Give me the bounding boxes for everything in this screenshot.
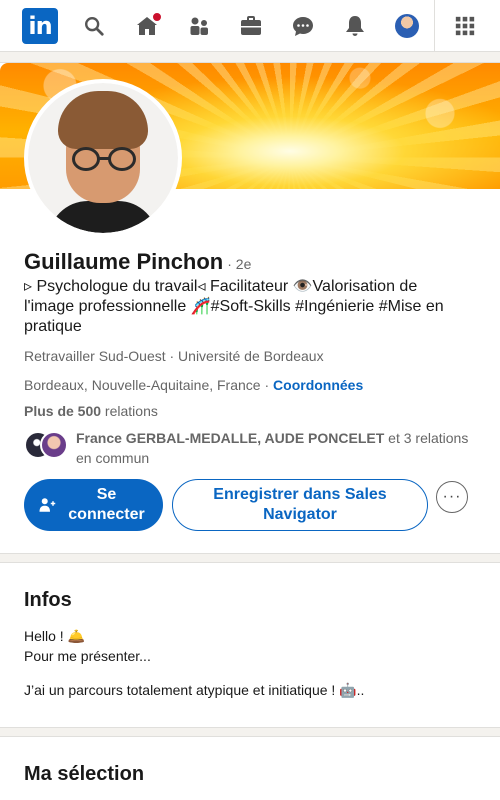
messaging-icon[interactable] — [285, 9, 321, 43]
connect-label: Se connecter — [68, 486, 145, 523]
about-text: Hello ! 🛎️ Pour me présenter... J’ai un … — [24, 626, 464, 700]
profile-location-row: Bordeaux, Nouvelle-Aquitaine, France · C… — [24, 377, 363, 393]
profile-education[interactable]: Retravailler Sud-Ouest · Université de B… — [24, 348, 324, 364]
nav-divider — [434, 0, 435, 52]
location-separator: · — [260, 377, 274, 393]
notifications-icon[interactable] — [337, 9, 373, 43]
sales-navigator-button[interactable]: Enregistrer dans Sales Navigator — [172, 479, 428, 531]
profile-photo-illustration — [28, 83, 178, 233]
about-section: Infos Hello ! 🛎️ Pour me présenter... J’… — [0, 562, 500, 728]
profile-photo[interactable] — [24, 79, 182, 237]
notification-badge — [151, 11, 163, 23]
mutual-avatar — [40, 431, 68, 459]
more-icon: ··· — [442, 488, 462, 505]
about-line: J’ai un parcours totalement atypique et … — [24, 682, 365, 698]
featured-title: Ma sélection — [24, 763, 145, 785]
mutual-connections[interactable]: France GERBAL-MEDALLE, AUDE PONCELET et … — [24, 428, 474, 468]
profile-name: Guillaume Pinchon — [24, 249, 224, 274]
home-icon[interactable] — [129, 9, 165, 43]
profile-headline: ▹ Psychologue du travail◃ Facilitateur 👁… — [24, 278, 444, 335]
featured-section: Ma sélection — [0, 736, 500, 800]
network-icon[interactable] — [181, 9, 217, 43]
mutual-connections-text: France GERBAL-MEDALLE, AUDE PONCELET et … — [76, 428, 476, 468]
relations-label: relations — [101, 403, 158, 419]
profile-name-row: Guillaume Pinchon · 2e — [24, 249, 251, 275]
relations-count[interactable]: Plus de 500 relations — [24, 403, 158, 419]
avatar — [395, 14, 419, 38]
more-actions-button[interactable]: ··· — [436, 481, 468, 513]
contact-info-link[interactable]: Coordonnées — [273, 377, 363, 393]
jobs-icon[interactable] — [233, 9, 269, 43]
top-navigation: in — [0, 0, 500, 52]
apps-grid-icon[interactable] — [447, 9, 483, 43]
linkedin-logo[interactable]: in — [22, 8, 58, 44]
about-title: Infos — [24, 589, 72, 611]
search-icon[interactable] — [76, 9, 112, 43]
sales-navigator-label: Enregistrer dans Sales Navigator — [213, 486, 387, 523]
relations-number: Plus de 500 — [24, 403, 102, 419]
profile-card: Guillaume Pinchon · 2e ▹ Psychologue du … — [0, 62, 500, 554]
me-menu[interactable] — [389, 9, 425, 43]
mutual-names: France GERBAL-MEDALLE, AUDE PONCELET — [76, 430, 385, 446]
connect-button[interactable]: Se connecter — [24, 479, 163, 531]
about-line: Hello ! 🛎️ — [24, 628, 86, 644]
logo-text: in — [28, 12, 52, 40]
add-person-icon — [38, 496, 56, 514]
profile-location: Bordeaux, Nouvelle-Aquitaine, France — [24, 377, 261, 393]
connection-degree: · 2e — [227, 256, 252, 272]
about-line: Pour me présenter... — [24, 648, 151, 664]
